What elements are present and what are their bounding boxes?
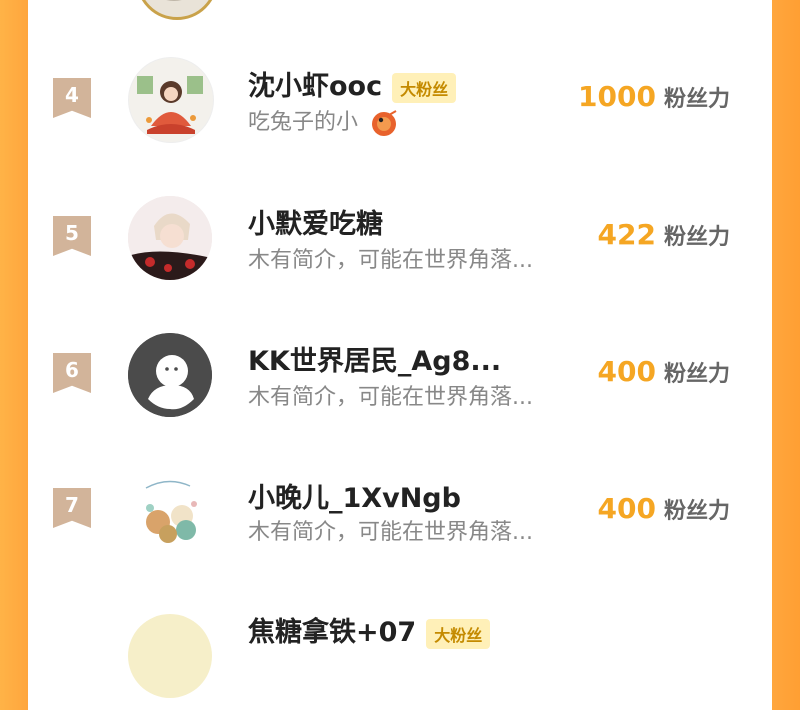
- default-avatar[interactable]: [128, 333, 212, 417]
- ranking-row-5[interactable]: 5 小默爱吃糖 木有简介，可能在世界角落... 422 粉丝力: [28, 178, 772, 298]
- user-bio: 吃兔子的小: [248, 104, 399, 137]
- rank-badge: 6: [53, 353, 91, 393]
- user-name-text: 沈小虾ooc: [248, 71, 383, 102]
- rank-badge: 5: [53, 216, 91, 256]
- fan-power-value: 400: [597, 355, 656, 388]
- ranking-row-6[interactable]: 6 KK世界居民_Ag8... 木有简介，可能在世界角落... 400 粉丝力: [28, 315, 772, 435]
- avatar[interactable]: [128, 196, 212, 280]
- user-bio-text: 吃兔子的小: [248, 110, 359, 135]
- user-name[interactable]: 小晚儿_1XvNgb: [248, 476, 461, 515]
- shrimp-emoji-icon: [369, 109, 399, 137]
- rank-badge: 7: [53, 488, 91, 528]
- ranking-row-7[interactable]: 7 小晚儿_1XvNgb 木有简介，可能在世界角落... 400 粉丝力: [28, 452, 772, 572]
- fan-power-unit: 粉丝力: [663, 361, 730, 387]
- user-bio: 木有简介，可能在世界角落...: [248, 385, 533, 410]
- user-name[interactable]: 小默爱吃糖: [248, 202, 383, 241]
- avatar[interactable]: [128, 468, 212, 552]
- default-user-icon: [128, 333, 212, 417]
- avatar[interactable]: [128, 57, 214, 143]
- user-name[interactable]: 焦糖拿铁+07 大粉丝: [248, 610, 491, 649]
- avatar[interactable]: [128, 614, 212, 698]
- fan-power-value: 400: [597, 492, 656, 525]
- fan-power-unit: 粉丝力: [663, 498, 730, 524]
- avatar-illustration-icon: [128, 196, 212, 280]
- fans-ranking-panel: 4 沈小虾ooc 大粉丝 吃兔子的小 1000 粉丝力 5 小默爱吃糖 木有简介…: [28, 0, 772, 698]
- fan-power: 422 粉丝力: [598, 218, 730, 251]
- ranking-row-8[interactable]: 焦糖拿铁+07 大粉丝: [28, 590, 772, 710]
- fan-power-unit: 粉丝力: [663, 86, 730, 112]
- big-fan-badge: 大粉丝: [392, 72, 457, 103]
- fan-power-value: 422: [597, 218, 656, 251]
- user-name[interactable]: 沈小虾ooc 大粉丝: [248, 64, 457, 103]
- user-name-text: 焦糖拿铁+07: [248, 617, 417, 648]
- fan-power: 400 粉丝力: [598, 492, 730, 525]
- fan-power-value: 1000: [578, 80, 656, 113]
- fan-power: 400 粉丝力: [598, 355, 730, 388]
- user-name[interactable]: KK世界居民_Ag8...: [248, 339, 501, 378]
- rank-badge: 4: [53, 78, 91, 118]
- big-fan-badge: 大粉丝: [426, 618, 491, 649]
- ranking-row-4[interactable]: 4 沈小虾ooc 大粉丝 吃兔子的小 1000 粉丝力: [28, 40, 772, 160]
- avatar-row-3[interactable]: [136, 0, 218, 20]
- avatar-illustration-icon: [137, 76, 203, 134]
- fan-power-unit: 粉丝力: [663, 224, 730, 250]
- fan-power: 1000 粉丝力: [578, 80, 730, 113]
- user-bio: 木有简介，可能在世界角落...: [248, 520, 533, 545]
- avatar-illustration-icon: [128, 468, 212, 552]
- user-bio: 木有简介，可能在世界角落...: [248, 248, 533, 273]
